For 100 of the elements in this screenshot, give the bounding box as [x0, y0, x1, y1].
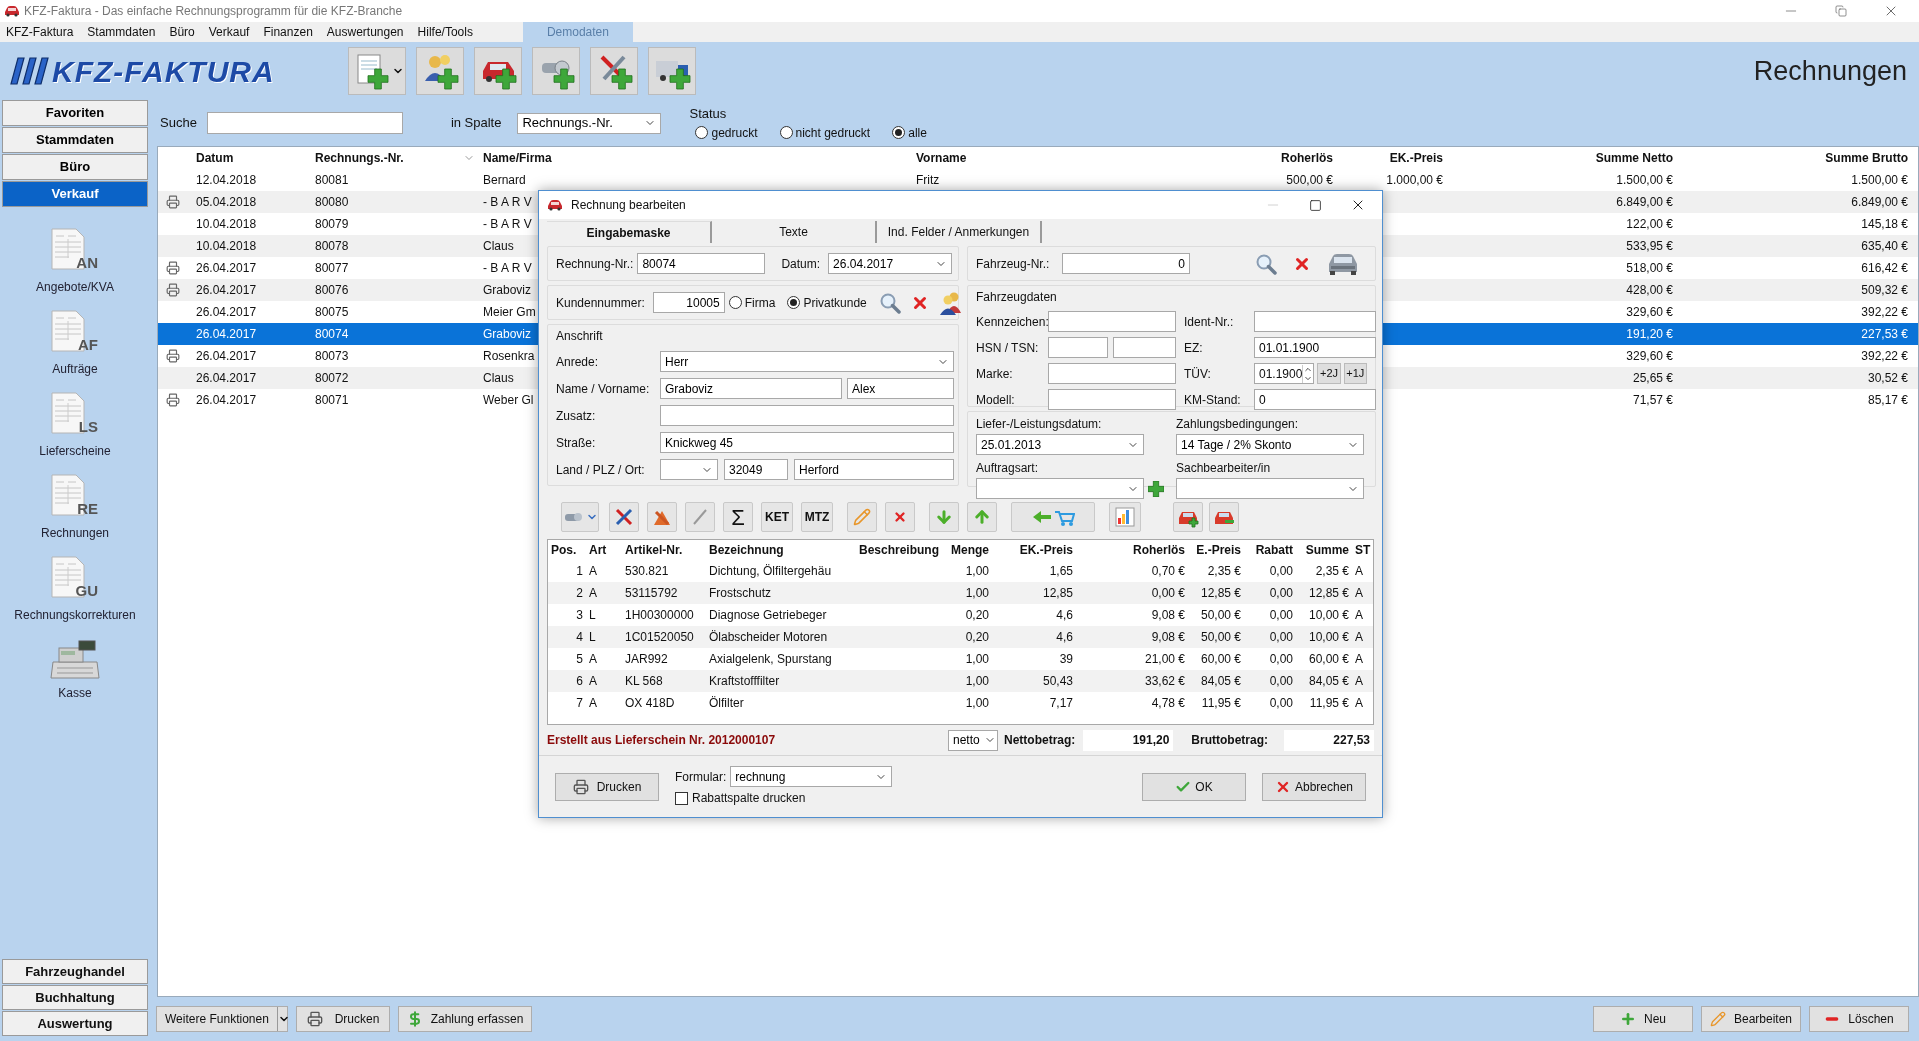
table-cell: Bernard [483, 173, 526, 187]
column-header: Roherlös [1132, 542, 1186, 559]
table-cell-text: 0,00 [1268, 585, 1294, 602]
gross-amount: 227,53 [1284, 729, 1374, 751]
table-cell-text: 9,08 € [1150, 607, 1186, 624]
field-label: Fahrzeug-Nr.: [976, 255, 1051, 273]
field-label: Kennzeichen: [976, 313, 1048, 331]
field-label: Formular: [675, 768, 727, 786]
table-cell: 509,32 € [1861, 283, 1908, 297]
table-cell: 80080 [315, 195, 349, 209]
table-cell-text: Axialgelenk, Spurstang [708, 651, 833, 668]
document-code: GU [75, 580, 98, 601]
field-label: Datum: [781, 255, 821, 273]
document-code: AN [76, 252, 98, 273]
table-cell-text: 2,35 € [1314, 563, 1350, 580]
table-cell: Claus [483, 371, 514, 385]
table-cell: 26.04.2017 [196, 305, 257, 319]
table-cell-text: A [1354, 563, 1364, 580]
field-label: Kundennummer: [556, 294, 645, 312]
field-label: Anrede: [556, 353, 600, 371]
table-cell-text: 50,43 [1041, 673, 1074, 690]
table-cell: 25,65 € [1632, 371, 1673, 385]
table-cell: Rosenkra [483, 349, 535, 363]
table-cell-text: JAR992 [624, 651, 669, 668]
column-header: E.-Preis [1195, 542, 1242, 559]
table-cell-text: OX 418D [624, 695, 676, 712]
column-header: Pos. [550, 542, 578, 559]
table-cell-text: 4,78 € [1150, 695, 1186, 712]
table-cell: 80071 [315, 393, 349, 407]
table-cell-text: 0,00 [1268, 629, 1294, 646]
table-cell-text: 60,00 € [1199, 651, 1242, 668]
table-cell: 80076 [315, 283, 349, 297]
field-label: EZ: [1184, 339, 1204, 357]
table-cell: 12.04.2018 [196, 173, 257, 187]
table-cell: 26.04.2017 [196, 393, 257, 407]
page-title: Rechnungen [1753, 54, 1908, 88]
field-label: Ident-Nr.: [1184, 313, 1235, 331]
table-cell: 122,00 € [1626, 217, 1673, 231]
field-label: Bruttobetrag: [1191, 732, 1268, 749]
table-cell-text: A [1354, 607, 1364, 624]
table-cell-text: 21,00 € [1143, 651, 1186, 668]
table-cell-text: 0,00 [1268, 673, 1294, 690]
table-cell-text: A [1354, 673, 1364, 690]
table-cell-text: 60,00 € [1307, 651, 1350, 668]
table-cell-text: A [588, 585, 598, 602]
table-cell: 26.04.2017 [196, 349, 257, 363]
table-cell: 10.04.2018 [196, 217, 257, 231]
table-cell-text: 12,85 [1041, 585, 1074, 602]
table-cell-text: 1,00 [964, 585, 990, 602]
table-cell-text: 1 [575, 563, 584, 580]
field-label: Status [689, 105, 728, 124]
field-label: Straße: [556, 434, 597, 452]
table-cell-text: 0,00 [1268, 607, 1294, 624]
column-header: Bezeichnung [708, 542, 785, 559]
group-title: Anschrift [556, 328, 604, 345]
table-cell-text: 1,00 [964, 695, 990, 712]
table-cell-text: 7,17 [1048, 695, 1074, 712]
table-cell-text: A [1354, 651, 1364, 668]
field-label: Liefer-/Leistungsdatum: [976, 416, 1103, 433]
table-cell-text: 84,05 € [1199, 673, 1242, 690]
table-cell: 227,53 € [1861, 327, 1908, 341]
table-cell: 80074 [315, 327, 349, 341]
table-cell-text: 3 [575, 607, 584, 624]
table-cell: 1.500,00 € [1616, 173, 1673, 187]
table-cell-text: 0,00 [1268, 695, 1294, 712]
radio-label: Firma [744, 294, 776, 312]
table-cell-text: 50,00 € [1199, 629, 1242, 646]
table-cell-text: 0,00 [1268, 563, 1294, 580]
table-cell-text: 11,95 € [1308, 695, 1350, 712]
table-cell-text: L [588, 607, 597, 624]
column-header: ST [1354, 542, 1372, 559]
table-cell-text: 12,85 € [1307, 585, 1350, 602]
table-cell: 518,00 € [1626, 261, 1673, 275]
field-label: HSN / TSN: [976, 339, 1040, 357]
window-title: KFZ-Faktura - Das einfache Rechnungsprogramm für die KFZ-Branche [24, 3, 403, 20]
table-cell-text: 84,05 € [1307, 673, 1350, 690]
table-cell-text: A [588, 695, 598, 712]
table-cell-text: 7 [575, 695, 584, 712]
column-header: Beschreibung [858, 542, 940, 559]
field-label: in Spalte [450, 114, 502, 133]
table-cell: 80072 [315, 371, 349, 385]
table-cell: - B A R V [483, 217, 532, 231]
field-label: Land / PLZ / Ort: [556, 461, 646, 479]
table-cell: 80078 [315, 239, 349, 253]
table-cell: 6.849,00 € [1616, 195, 1673, 209]
net-amount: 191,20 [1083, 729, 1174, 751]
table-cell-text: 33,62 € [1143, 673, 1186, 690]
table-cell-text: 1,65 [1048, 563, 1074, 580]
field-label: Marke: [976, 365, 1014, 383]
table-cell: 392,22 € [1861, 305, 1908, 319]
table-cell-text: 10,00 € [1307, 607, 1350, 624]
table-cell-text: 2 [575, 585, 584, 602]
table-cell-text: 50,00 € [1199, 607, 1242, 624]
field-label: Modell: [976, 391, 1016, 409]
table-cell-text: Ölabscheider Motoren [708, 629, 829, 646]
table-cell: Weber Gl [483, 393, 534, 407]
table-cell-text: A [588, 563, 598, 580]
table-cell-text: 1H00300000 [624, 607, 695, 624]
radio-label: alle [908, 124, 927, 142]
column-header: Summe [1304, 542, 1350, 559]
